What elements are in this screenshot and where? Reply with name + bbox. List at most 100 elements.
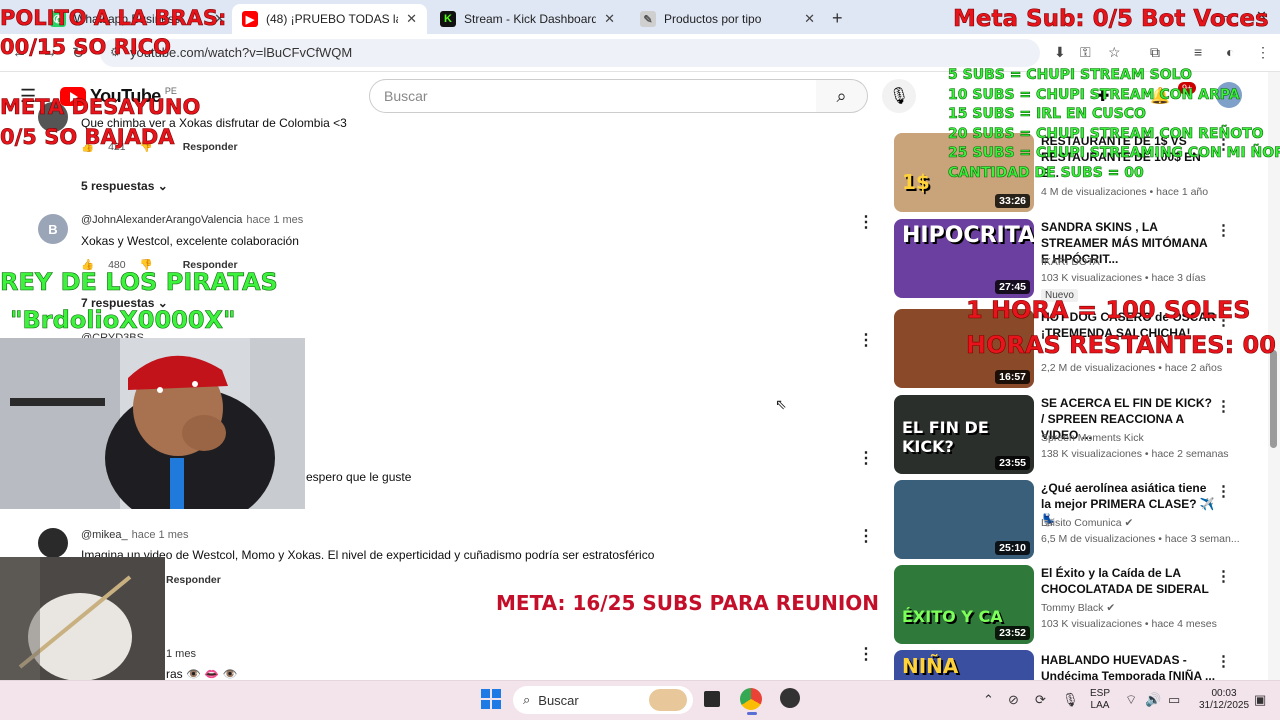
webcam-feed [0,338,305,509]
voice-search-button[interactable]: 🎙 [882,79,916,113]
more-vert-icon[interactable]: ⋮ [858,644,874,664]
video-thumbnail[interactable]: EL FIN DE KICK? 23:55 [894,395,1034,474]
search-icon: ⌕ [836,85,847,106]
language-indicator[interactable]: ESP LAA [1090,688,1110,712]
more-vert-icon[interactable]: ⋮ [1216,567,1231,585]
sync-icon[interactable]: ⟳ [1035,692,1046,708]
reply-button[interactable]: Responder [166,574,221,586]
taskbar-search[interactable]: ⌕ Buscar [513,686,693,714]
mic-icon[interactable]: 🎙 [1062,692,1079,708]
document-icon: ✎ [640,11,656,27]
video-duration: 25:10 [995,541,1030,555]
more-menu-icon[interactable]: ⋮ [1256,44,1270,61]
channel-label[interactable]: Tommy Black [1041,602,1103,614]
tray-overflow-icon[interactable]: ⌃ [983,692,994,708]
profile-icon[interactable]: ◐ [1226,44,1234,60]
comment-time: hace 1 mes [246,214,304,226]
comment-time: hace 1 mes [131,529,189,541]
overlay-meta-sub: Meta Sub: 0/5 Bot Voces [953,6,1269,32]
active-app-indicator [747,712,757,715]
start-button[interactable] [481,689,501,709]
channel-name[interactable]: Luisito Comunica ✔ [1041,517,1133,529]
more-vert-icon[interactable]: ⋮ [858,448,874,468]
bookmark-star-icon[interactable]: ☆ [1108,44,1121,61]
chrome-icon[interactable] [740,688,762,710]
more-vert-icon[interactable]: ⋮ [858,212,874,232]
avatar[interactable]: B [38,214,68,244]
more-vert-icon[interactable]: ⋮ [1216,482,1231,500]
reply-button[interactable]: Responder [183,141,238,153]
comment-text: ras 👁️ 👄 👁️ [166,667,238,681]
video-thumbnail[interactable]: ÉXITO Y CA 23:52 [894,565,1034,644]
author-name[interactable]: @mikea_ [81,529,128,541]
comment-text: Xokas y Westcol, excelente colaboración [81,234,299,248]
author-name[interactable]: @JohnAlexanderArangoValencia [81,214,242,226]
video-duration: 23:55 [995,456,1030,470]
video-duration: 16:57 [995,370,1030,384]
overlay-pirate-name: "BrdolioX0000X" [10,306,236,334]
video-card[interactable]: 25:10 ¿Qué aerolínea asiática tiene la m… [894,480,1254,560]
video-card[interactable]: HIPOCRITA 27:45 SANDRA SKINS , LA STREAM… [894,219,1254,302]
video-title[interactable]: El Éxito y la Caída de LA CHOCOLATADA DE… [1041,565,1216,597]
search-input[interactable]: Buscar [369,79,817,113]
volume-icon[interactable]: 🔊 [1145,692,1161,708]
channel-label[interactable]: Luisito Comunica [1041,517,1122,529]
language-line-2: LAA [1090,700,1110,711]
channel-name[interactable]: IKARI DOTA [1041,256,1100,268]
scrollbar-thumb[interactable] [1270,350,1277,448]
video-meta: 2,2 M de visualizaciones • hace 2 años [1041,362,1223,374]
streamer-webcam-image [0,338,305,509]
password-key-icon[interactable]: ⚿ [1080,44,1091,61]
avatar[interactable] [38,528,68,558]
channel-name[interactable]: Spreen Moments Kick [1041,432,1144,444]
video-duration: 33:26 [995,194,1030,208]
country-code: PE [164,85,177,96]
close-icon[interactable]: ✕ [604,11,615,27]
battery-icon[interactable]: ▭ [1168,692,1180,708]
wifi-icon[interactable]: ⌔ [1125,692,1137,708]
extensions-icon[interactable]: ⧉ [1150,44,1160,61]
task-view-icon[interactable] [704,691,720,707]
more-vert-icon[interactable]: ⋮ [1216,652,1231,670]
comment-author[interactable]: @mikea_ hace 1 mes [81,529,189,541]
video-card[interactable]: ÉXITO Y CA 23:52 El Éxito y la Caída de … [894,565,1254,645]
thumbnail-text: EL FIN DE KICK? [902,418,989,456]
obs-icon[interactable] [780,688,800,708]
video-card[interactable]: NIÑA HABLANDO HUEVADAS - Undécima Tempor… [894,650,1254,680]
video-card[interactable]: EL FIN DE KICK? 23:55 SE ACERCA EL FIN D… [894,395,1254,475]
clock[interactable]: 00:03 31/12/2025 [1194,688,1254,712]
video-thumbnail[interactable]: 25:10 [894,480,1034,559]
notification-center-icon[interactable]: ▣ [1254,692,1266,708]
taskbar-search-label: Buscar [538,692,579,708]
more-vert-icon[interactable]: ⋮ [858,526,874,546]
close-icon[interactable]: ✕ [804,11,815,27]
thumbnail-text: NIÑA [902,654,959,678]
media-control-icon[interactable]: ≡ [1194,44,1202,60]
youtube-icon: ▶ [242,11,258,27]
more-vert-icon[interactable]: ⋮ [1216,397,1231,415]
more-vert-icon[interactable]: ⋮ [858,330,874,350]
tab-productos[interactable]: ✎ Productos por tipo ✕ [630,4,825,34]
comment-author[interactable]: @JohnAlexanderArangoValencia hace 1 mes [81,214,303,226]
secondary-camera-feed [0,557,165,680]
video-thumbnail[interactable]: NIÑA [894,650,1034,680]
search-button[interactable]: ⌕ [816,79,868,113]
video-meta: 6,5 M de visualizaciones • hace 3 seman.… [1041,533,1240,545]
new-tab-button[interactable]: + [832,8,843,29]
video-title[interactable]: HABLANDO HUEVADAS - Undécima Temporada [… [1041,652,1216,680]
channel-name[interactable]: Tommy Black ✔ [1041,602,1115,614]
verified-icon: ✔ [1106,602,1116,614]
replies-toggle[interactable]: 5 respuestas ⌄ [81,179,168,193]
thumbnail-text: 1$ [902,170,930,194]
tab-title: Stream - Kick Dashboard [464,12,597,26]
install-icon[interactable]: ⬇ [1054,44,1066,61]
location-off-icon[interactable]: ⊘ [1008,692,1019,708]
more-vert-icon[interactable]: ⋮ [1216,221,1231,239]
overlay-breakfast-title: META DESAYUNO [0,95,201,119]
tab-kick[interactable]: K Stream - Kick Dashboard ✕ [430,4,625,34]
search-icon: ⌕ [523,692,531,707]
tab-title: Productos por tipo [664,12,762,26]
close-icon[interactable]: ✕ [406,11,417,27]
tab-youtube[interactable]: ▶ (48) ¡PRUEBO TODAS las BURGER ✕ [232,4,427,34]
video-thumbnail[interactable]: HIPOCRITA 27:45 [894,219,1034,298]
